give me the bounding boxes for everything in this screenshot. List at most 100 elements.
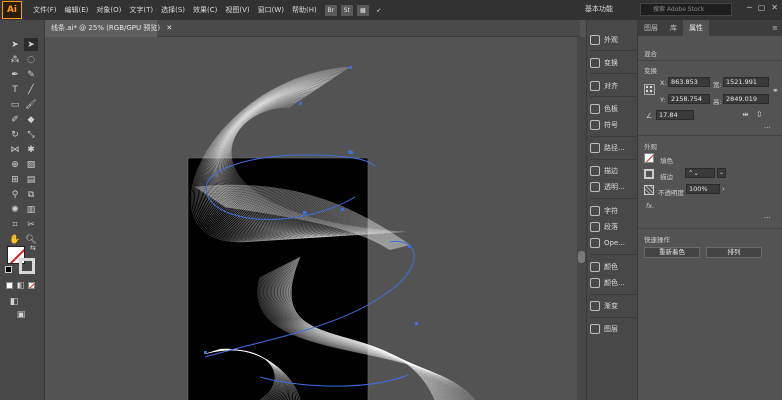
menu-window[interactable]: 窗口(W): [254, 5, 288, 15]
draw-normal-icon[interactable]: ◧: [7, 295, 21, 308]
constrain-proportions-icon[interactable]: ⚭: [772, 86, 779, 95]
rotate-tool-icon[interactable]: ↻: [8, 128, 22, 141]
gpu-rocket-icon[interactable]: ➶: [373, 5, 385, 16]
symbols-icon: [590, 120, 600, 130]
x-field[interactable]: 863.853: [668, 77, 710, 87]
dock-opentype[interactable]: Ope...: [590, 236, 638, 250]
line-tool-icon[interactable]: ╱: [24, 83, 38, 96]
rectangle-tool-icon[interactable]: ▭: [8, 98, 22, 111]
gradient-mode-icon[interactable]: [17, 282, 24, 289]
brush-tool-icon[interactable]: 🖌: [24, 98, 38, 111]
eraser-tool-icon[interactable]: ◆: [24, 113, 38, 126]
flip-horizontal-icon[interactable]: ⇹: [742, 110, 749, 119]
dock-color-guide[interactable]: 颜色...: [590, 276, 638, 290]
artboard-tool-icon[interactable]: ⌗: [8, 218, 22, 231]
canvas-scrollbar[interactable]: [577, 37, 586, 400]
scale-tool-icon[interactable]: ⤡: [24, 128, 38, 141]
menu-view[interactable]: 视图(V): [221, 5, 253, 15]
flip-vertical-icon[interactable]: ⇳: [756, 110, 763, 119]
dock-paragraph[interactable]: 段落: [590, 220, 638, 234]
stock-button[interactable]: St: [340, 4, 353, 16]
dock-stroke[interactable]: 描边: [590, 164, 638, 178]
arrange-button[interactable]: 排列: [706, 247, 762, 258]
stock-search-input[interactable]: 搜索 Adobe Stock: [640, 3, 732, 16]
eyedropper-icon[interactable]: ⚲: [8, 188, 22, 201]
menu-file[interactable]: 文件(F): [29, 5, 61, 15]
swap-fill-stroke-icon[interactable]: ⇆: [30, 244, 36, 252]
bridge-button[interactable]: Br: [324, 4, 337, 16]
lasso-tool-icon[interactable]: ◌: [24, 53, 38, 66]
stroke-swatch-panel[interactable]: [644, 169, 654, 179]
dock-align[interactable]: 对齐: [590, 79, 638, 93]
tab-properties[interactable]: 属性: [683, 20, 709, 36]
y-field[interactable]: 2158.754: [668, 94, 710, 104]
dock-gradient[interactable]: 渐变: [590, 299, 638, 313]
curvature-tool-icon[interactable]: ✎: [24, 68, 38, 81]
fx-button[interactable]: fx.: [646, 202, 654, 210]
hand-tool-icon[interactable]: ✋: [8, 233, 22, 246]
width-tool-icon[interactable]: ⋈: [8, 143, 22, 156]
default-colors-icon[interactable]: [5, 266, 12, 273]
opacity-field[interactable]: 100%: [686, 184, 720, 194]
direct-selection-tool-icon[interactable]: ➤: [24, 38, 38, 51]
menu-object[interactable]: 对象(O): [92, 5, 125, 15]
dock-transparency[interactable]: 透明...: [590, 180, 638, 194]
stroke-swatch[interactable]: [19, 258, 35, 274]
symbol-sprayer-icon[interactable]: ✺: [8, 203, 22, 216]
gradient-tool-icon[interactable]: ▤: [24, 173, 38, 186]
screen-mode-icon[interactable]: ▣: [14, 308, 28, 321]
magic-wand-icon[interactable]: ⁂: [8, 53, 22, 66]
dock-layers[interactable]: 图层: [590, 322, 638, 336]
minimize-icon[interactable]: ─: [747, 3, 752, 12]
dock-character[interactable]: 字符: [590, 204, 638, 218]
workspace-switcher[interactable]: 基本功能: [585, 4, 613, 14]
appearance-more-icon[interactable]: ···: [764, 214, 771, 222]
stroke-weight-dropdown-icon[interactable]: ⌄: [717, 168, 726, 178]
dock-pathfinder[interactable]: 路径...: [590, 141, 638, 155]
panel-menu-icon[interactable]: ≡: [768, 20, 782, 36]
dock-color[interactable]: 颜色: [590, 260, 638, 274]
selection-tool-icon[interactable]: ➤: [8, 38, 22, 51]
arrange-documents-icon[interactable]: ▦: [356, 4, 369, 16]
slice-tool-icon[interactable]: ✂: [24, 218, 38, 231]
reference-point-icon[interactable]: [644, 84, 655, 95]
width-field[interactable]: 1521.991: [723, 77, 769, 87]
perspective-grid-icon[interactable]: ▨: [24, 158, 38, 171]
close-icon[interactable]: ✕: [771, 3, 778, 12]
none-mode-icon[interactable]: [28, 282, 35, 289]
angle-field[interactable]: 17.84: [656, 110, 694, 120]
type-tool-icon[interactable]: T: [8, 83, 22, 96]
tab-libraries[interactable]: 库: [664, 20, 683, 36]
menu-select[interactable]: 选择(S): [157, 5, 189, 15]
recolor-button[interactable]: 重新着色: [644, 247, 700, 258]
color-mode-icon[interactable]: [6, 282, 13, 289]
pen-tool-icon[interactable]: ✒: [8, 68, 22, 81]
dock-appearance[interactable]: 外观: [590, 33, 638, 47]
puppet-warp-icon[interactable]: ✱: [24, 143, 38, 156]
tab-close-icon[interactable]: ✕: [166, 24, 172, 32]
column-graph-icon[interactable]: ▥: [24, 203, 38, 216]
shape-builder-icon[interactable]: ⊕: [8, 158, 22, 171]
fill-none-swatch[interactable]: [644, 153, 654, 163]
blend-tool-icon[interactable]: ⧉: [24, 188, 38, 201]
opacity-dropdown-icon[interactable]: ›: [722, 185, 725, 193]
dock-swatches[interactable]: 色板: [590, 102, 638, 116]
dock-symbols[interactable]: 符号: [590, 118, 638, 132]
more-options-icon[interactable]: ···: [764, 124, 771, 132]
menu-effect[interactable]: 效果(C): [189, 5, 221, 15]
canvas[interactable]: [45, 37, 580, 400]
scrollbar-thumb[interactable]: [578, 251, 585, 263]
tab-layers[interactable]: 图层: [638, 20, 664, 36]
menu-type[interactable]: 文字(T): [125, 5, 157, 15]
menu-help[interactable]: 帮助(H): [288, 5, 321, 15]
shaper-tool-icon[interactable]: ✐: [8, 113, 22, 126]
appearance-title: 外观: [644, 143, 657, 151]
stroke-weight-field[interactable]: ⌃⌄: [685, 168, 715, 178]
mesh-tool-icon[interactable]: ⊞: [8, 173, 22, 186]
dock-transform[interactable]: 变换: [590, 56, 638, 70]
document-tab[interactable]: 线条.ai* @ 25% (RGB/GPU 预览) ✕: [45, 20, 172, 37]
maximize-icon[interactable]: ▢: [758, 3, 766, 12]
artwork[interactable]: [45, 37, 580, 400]
height-field[interactable]: 2849.019: [723, 94, 769, 104]
menu-edit[interactable]: 编辑(E): [61, 5, 93, 15]
